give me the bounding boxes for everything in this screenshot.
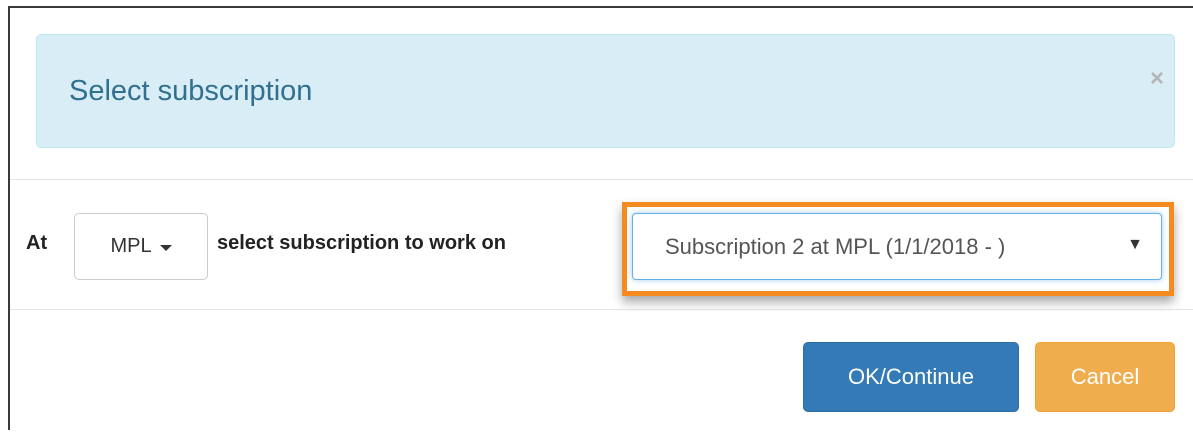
dialog-body: At MPL select subscription to work on Su… <box>10 180 1193 310</box>
ok-continue-button[interactable]: OK/Continue <box>803 342 1019 412</box>
caret-down-icon <box>159 245 172 251</box>
dialog-header: Select subscription × <box>10 8 1193 180</box>
cancel-button[interactable]: Cancel <box>1035 342 1175 412</box>
select-subscription-dialog: Select subscription × At MPL select subs… <box>8 6 1193 430</box>
at-label: At <box>26 232 48 254</box>
subscription-select-value: Subscription 2 at MPL (1/1/2018 - ) <box>665 234 1006 259</box>
select-subscription-label: select subscription to work on <box>217 232 506 254</box>
dialog-title: Select subscription <box>69 75 313 107</box>
dialog-footer: OK/Continue Cancel <box>10 310 1193 432</box>
triangle-down-icon: ▼ <box>1127 236 1143 253</box>
info-alert: Select subscription × <box>36 34 1175 148</box>
close-icon[interactable]: × <box>1150 67 1164 91</box>
location-dropdown-button[interactable]: MPL <box>74 213 208 280</box>
location-dropdown-label: MPL <box>110 235 152 257</box>
subscription-select[interactable]: Subscription 2 at MPL (1/1/2018 - ) ▼ <box>632 213 1162 280</box>
